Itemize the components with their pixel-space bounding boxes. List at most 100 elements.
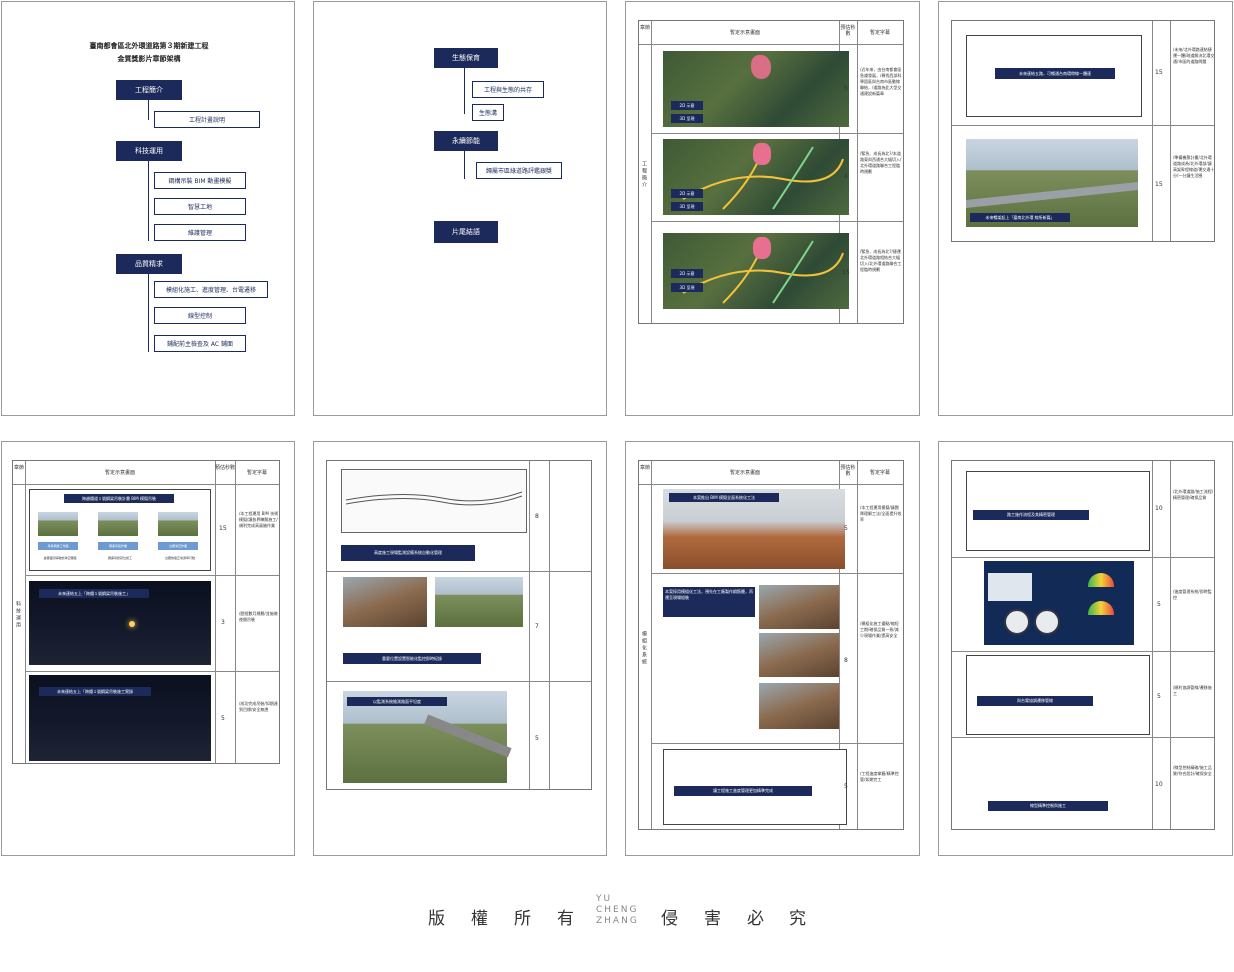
logo-line: ZHANG <box>596 916 639 926</box>
section-box-ecology: 生態保育 <box>434 48 498 68</box>
storyboard-table: 未來連結五路，可暢通台南環帶線一體連 15 /未來/北外環路連結捷運一體/疏道解… <box>951 20 1215 242</box>
time-value: 5 <box>844 783 848 790</box>
copyright-char: 害 <box>704 909 721 929</box>
chapter-item: 歸屬市區綠道路評鑑銀獎 <box>476 162 562 179</box>
chapter-cell: 模組化系統 <box>641 631 647 666</box>
header-scene: 暫定示意畫面 <box>104 470 135 476</box>
highway-aerial-photo: 未來暢架起上「臺南北外環 線所新篇」 <box>966 139 1138 227</box>
inspection-photo <box>343 577 427 627</box>
scene-placeholder: 路工施作流程及其精密管理 <box>966 471 1150 551</box>
module-photo <box>759 585 839 629</box>
caption-notes: /緊急、成長為北?/本道路東與西通合大幅切入/北外環道路聯合工程臨時規劃 <box>860 151 902 174</box>
scene-caption: 線型精準控制與施工 <box>988 801 1108 811</box>
chapter-cell: 科技運用 <box>15 601 21 629</box>
map-scene: 2D 示意 3D 呈現 <box>663 233 849 309</box>
scene-caption: 與台電協調遷移管線 <box>977 696 1093 706</box>
chapter-item: 智慧工地 <box>154 198 246 215</box>
page-8-storyboard: 路工施作流程及其精密管理 10 /北外環道路/施工流程/精密管理/確保品質 5 … <box>938 441 1233 856</box>
badge-3d: 3D 呈現 <box>671 202 703 211</box>
header-scene: 暫定示意畫面 <box>729 470 760 476</box>
time-value: 5 <box>844 525 848 532</box>
time-value: 15 <box>1155 181 1163 188</box>
copyright-char: 版 <box>428 909 445 929</box>
sub-label: 吊掛鋼梁工作面 <box>38 542 78 550</box>
scene-caption: 路工施作流程及其精密管理 <box>973 510 1089 520</box>
module-photo <box>759 683 839 729</box>
chapter-item: 工程與生態的共存 <box>472 81 544 98</box>
page-6-storyboard: 高度施工現場監測設備系統自動化管理 8 重要位置設置智能化監控即時紀錄 7 以監… <box>313 441 607 856</box>
highway-aerial-photo: 以監測系統檢測路面平坦度 <box>343 691 512 783</box>
copyright-char: 所 <box>514 909 531 929</box>
time-value: 5 <box>1157 693 1161 700</box>
section-label: 生態保育 <box>452 54 480 62</box>
badge-2d: 2D 示意 <box>671 101 703 110</box>
section-box-tech: 科技運用 <box>116 141 182 161</box>
sub-label: 台鐵淨空作業 <box>158 542 198 550</box>
header-caption: 暫定字幕 <box>869 30 890 36</box>
section-label: 永續節能 <box>452 137 480 145</box>
time-value: 5 <box>844 85 848 92</box>
copyright-char: 必 <box>747 909 764 929</box>
scene-caption: 高度施工現場監測設備系統自動化管理 <box>341 545 475 561</box>
tiny-note: 臺鐵夜間停駛前淨空鐵路 <box>43 556 77 560</box>
section-label: 片尾結語 <box>452 228 480 236</box>
chapter-item: 鋼構吊裝 BIM 動畫模擬 <box>154 172 246 189</box>
bim-scene: 跨越鐵道１號鋼梁吊裝計畫 BIM 模擬吊裝 吊掛鋼梁工作面 鋼梁吊裝作業 台鐵淨… <box>29 489 211 571</box>
brand-logo: YU CHENG ZHANG <box>596 894 644 930</box>
caption-notes: /模組化施工優點/縮短工期/確保品質一致/減少現場作業/提高安全 <box>860 621 899 638</box>
caption-notes: /成功完成吊裝/如期達到目標/安全無虞 <box>239 701 278 712</box>
caption-notes: /準備機票計畫/北外環道路成為/北外環部/讓高架幹程線道/運交通十分/一分鐘生活… <box>1173 155 1215 178</box>
scene-caption: 未來暢架起上「臺南北外環 線所新篇」 <box>970 213 1070 222</box>
page-4-storyboard: 未來連結五路，可暢通台南環帶線一體連 15 /未來/北外環路連結捷運一體/疏道解… <box>938 1 1233 416</box>
chapter-item: 線型控制 <box>154 307 246 324</box>
time-value: 10 <box>1155 505 1163 512</box>
time-value: 8 <box>535 513 539 520</box>
badge-2d: 2D 示意 <box>671 269 703 278</box>
chapter-cell: 工程簡介 <box>641 161 647 189</box>
caption-notes: /工程進度掌握/精準控管/如期完工 <box>860 771 899 782</box>
outline-title-line1: 臺南都會區北外環道路第３期新建工程 <box>89 42 209 50</box>
road-alignment <box>345 491 523 506</box>
caption-notes: /未來/北外環路連結捷運一體/疏道解決北環交通/市區的道路問題 <box>1173 47 1215 64</box>
scene-placeholder: 未來連結五路，可暢通台南環帶線一體連 <box>966 35 1142 117</box>
outline-title: 臺南都會區北外環道路第３期新建工程 金質獎影片章節架構 <box>2 40 294 66</box>
badge-2d: 2D 示意 <box>671 189 703 198</box>
night-lifting-photo: 未來連結五上「跨鐵１號鋼梁吊裝施工實錄 <box>29 675 211 761</box>
header-caption: 暫定字幕 <box>869 470 890 476</box>
chapter-item: 鋪配前主檢查及 AC 鋪面 <box>154 335 246 352</box>
inspection-photo <box>435 577 523 627</box>
scene-placeholder: 讓工程施工進度管理更加精準完成 <box>663 749 847 825</box>
storyboard-table: 章節 暫定示意畫面 預估秒數 暫定字幕 科技運用 跨越鐵道１號鋼梁吊裝計畫 BI… <box>12 460 280 764</box>
scene-caption: 本案採用模組化工法，預先在工廠製作鋼筋籠，再運至現場組裝 <box>665 589 753 600</box>
copyright-char: 究 <box>789 909 806 929</box>
tiny-note: 台鐵恢復正常通車行駛 <box>164 556 195 560</box>
logo-line: CHENG <box>596 905 639 915</box>
time-value: 7 <box>535 623 539 630</box>
storyboard-table: 章節 暫定示意畫面 預估秒數 暫定字幕 工程簡介 2D 示意 3D 呈現 5 /… <box>638 20 904 324</box>
bim-render: 本案推出 BIM 模擬全面系統化工法 <box>663 489 845 569</box>
caption-notes: /進度管理系統/即時監控 <box>1173 589 1212 600</box>
copyright-char: 侵 <box>661 909 678 929</box>
scene-caption: 未來連結五路，可暢通台南環帶線一體連 <box>995 68 1115 79</box>
chapter-item: 模組化施工、進度管理、台電遷移 <box>154 281 268 298</box>
caption-notes: /本工程運用 BIM 技術模擬/讓各界瞭解施工/順利完成高風險作業 <box>239 511 279 528</box>
time-value: 5 <box>1157 601 1161 608</box>
storyboard-table: 章節 暫定示意畫面 預估秒數 暫定字幕 模組化系統 本案推出 BIM 模擬全面系… <box>638 460 904 830</box>
section-box-sustainability: 永續節能 <box>434 131 498 151</box>
time-value: 10 <box>1155 781 1163 788</box>
header-caption: 暫定字幕 <box>246 470 267 476</box>
scene-caption: 跨越鐵道１號鋼梁吊裝計畫 BIM 模擬吊裝 <box>64 494 174 503</box>
caption-notes: /本工程運用模擬/讓團隊理解工法/全面提升效率 <box>860 505 902 522</box>
time-value: 8 <box>844 173 848 180</box>
badge-3d: 3D 呈現 <box>671 114 703 123</box>
page-3-storyboard: 章節 暫定示意畫面 預估秒數 暫定字幕 工程簡介 2D 示意 3D 呈現 5 /… <box>625 1 920 416</box>
section-label: 工程簡介 <box>135 86 163 94</box>
logo-line: YU <box>596 894 613 904</box>
time-value: 15 <box>842 269 850 276</box>
storyboard-table: 高度施工現場監測設備系統自動化管理 8 重要位置設置智能化監控即時紀錄 7 以監… <box>326 460 592 790</box>
scene-caption: 重要位置設置智能化監控即時紀錄 <box>343 653 481 664</box>
scene-caption: 未來連結五上「跨鐵１號鋼梁吊裝施工實錄 <box>39 687 151 696</box>
header-time: 預估秒數 <box>840 25 856 37</box>
header-scene: 暫定示意畫面 <box>729 30 760 36</box>
time-value: 15 <box>1155 69 1163 76</box>
